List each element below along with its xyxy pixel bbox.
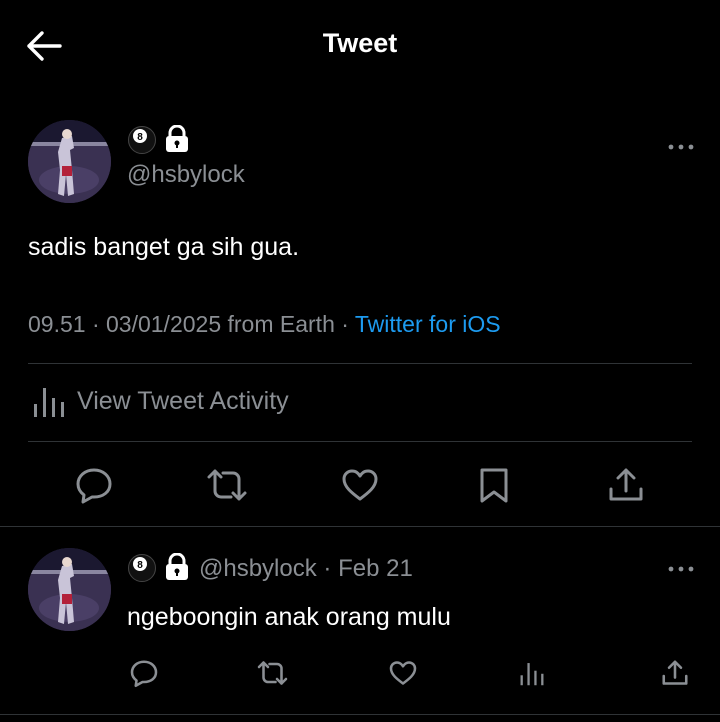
heart-icon xyxy=(389,661,417,685)
eight-ball-icon: 8 xyxy=(127,553,157,583)
tweet-timestamp: 09.51 · 03/01/2025 from Earth · xyxy=(28,311,355,337)
share-button[interactable] xyxy=(606,465,646,505)
divider xyxy=(0,714,720,715)
share-icon xyxy=(609,468,643,501)
reply-analytics-button[interactable] xyxy=(519,660,545,686)
view-tweet-activity-label: View Tweet Activity xyxy=(77,387,289,415)
eight-ball-icon: 8 xyxy=(127,125,157,155)
avatar[interactable] xyxy=(28,120,111,203)
analytics-icon xyxy=(34,388,64,417)
reply-retweet-button[interactable] xyxy=(256,658,289,688)
bookmark-icon xyxy=(480,468,508,503)
analytics-icon xyxy=(520,663,544,686)
tweet-text: sadis banget ga sih gua. xyxy=(28,233,300,261)
svg-text:8: 8 xyxy=(137,560,143,571)
tweet-meta: 09.51 · 03/01/2025 from Earth · Twitter … xyxy=(28,311,501,338)
retweet-button[interactable] xyxy=(205,465,249,505)
heart-icon xyxy=(342,469,378,501)
comment-icon xyxy=(130,660,158,688)
reply-date[interactable]: Feb 21 xyxy=(338,555,413,582)
reply-text: ngeboongin anak orang mulu xyxy=(127,603,451,631)
more-icon xyxy=(668,144,694,150)
divider xyxy=(28,363,692,364)
reply-button[interactable] xyxy=(74,465,114,505)
retweet-icon xyxy=(207,469,247,501)
view-tweet-activity-button[interactable]: View Tweet Activity xyxy=(28,380,692,424)
reply-like-button[interactable] xyxy=(388,658,418,688)
more-icon xyxy=(668,566,694,572)
bookmark-button[interactable] xyxy=(474,465,514,505)
page-title: Tweet xyxy=(322,28,398,58)
svg-text:8: 8 xyxy=(137,132,143,143)
retweet-icon xyxy=(257,661,288,685)
like-button[interactable] xyxy=(340,465,380,505)
avatar-image xyxy=(28,548,111,631)
reply-more-options-button[interactable] xyxy=(668,565,694,573)
tweet-source-link[interactable]: Twitter for iOS xyxy=(355,311,501,337)
reply-header: @hsbylock · Feb 21 xyxy=(199,555,413,583)
share-icon xyxy=(662,660,688,685)
author-handle[interactable]: @hsbylock xyxy=(127,161,245,189)
lock-icon xyxy=(164,125,190,153)
reply-separator: · xyxy=(316,555,339,582)
avatar-image xyxy=(28,120,111,203)
lock-icon xyxy=(164,553,190,581)
reply-reply-button[interactable] xyxy=(129,658,159,688)
reply-avatar[interactable] xyxy=(28,548,111,631)
more-options-button[interactable] xyxy=(668,143,694,151)
reply-handle[interactable]: @hsbylock xyxy=(199,555,317,582)
divider xyxy=(28,441,692,442)
divider xyxy=(0,526,720,527)
comment-icon xyxy=(76,468,112,504)
reply-share-button[interactable] xyxy=(660,658,690,688)
